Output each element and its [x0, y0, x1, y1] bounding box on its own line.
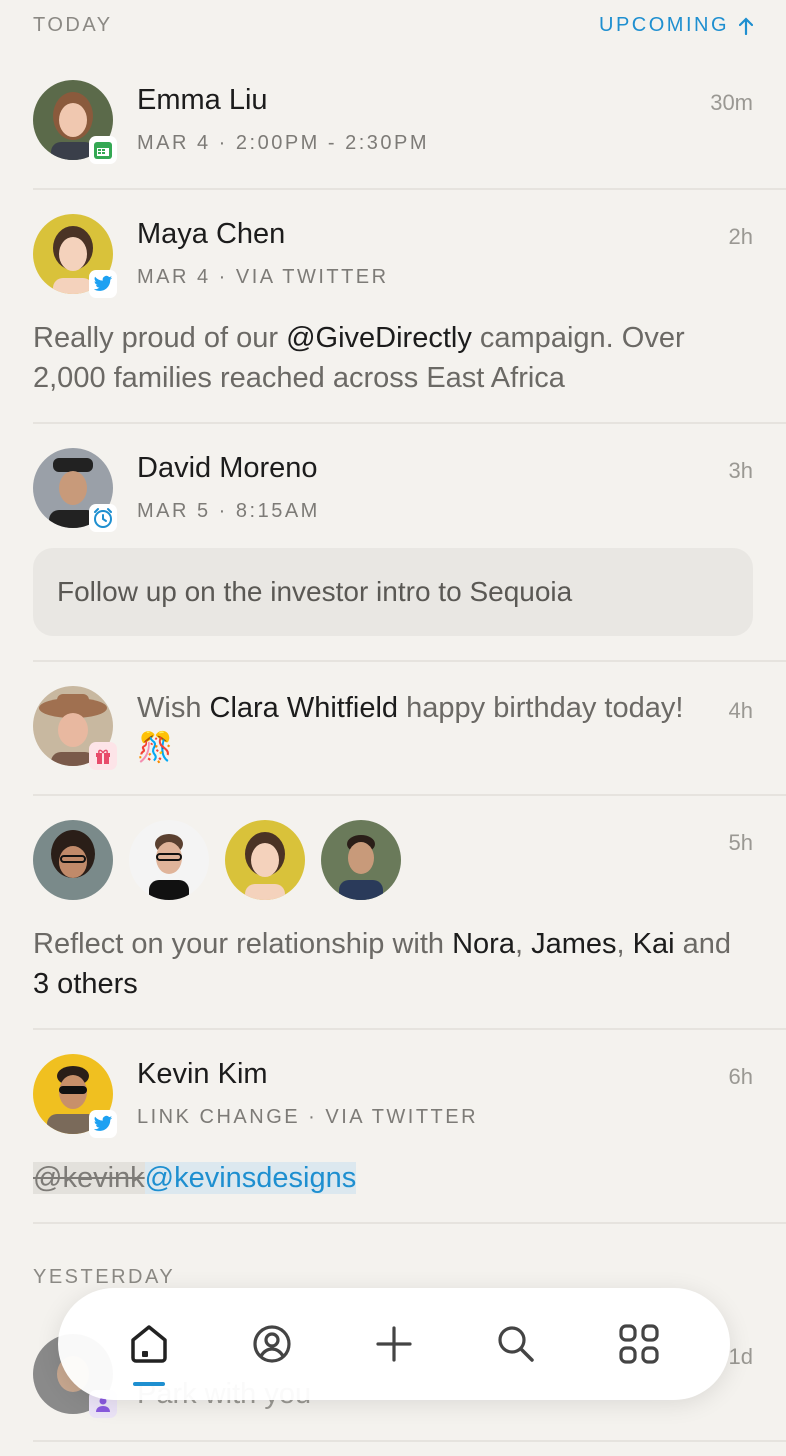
arrow-up-icon [739, 16, 753, 35]
upcoming-label: UPCOMING [599, 14, 729, 36]
contact-name: Emma Liu [137, 84, 268, 116]
handle-change: @kevink@kevinsdesigns [33, 1158, 357, 1198]
contact-name-nora[interactable]: Nora [452, 928, 515, 960]
feed-item-clara[interactable]: Wish Clara Whitfield happy birthday toda… [33, 686, 753, 776]
contact-name: Maya Chen [137, 218, 286, 250]
birthday-text: Wish Clara Whitfield happy birthday toda… [137, 688, 697, 768]
home-icon [131, 1325, 167, 1363]
upcoming-button[interactable]: UPCOMING [599, 14, 753, 37]
divider [33, 422, 786, 424]
separator: , [514, 928, 532, 960]
add-icon [376, 1326, 412, 1362]
others-link[interactable]: 3 others [33, 968, 138, 1000]
twitter-icon [89, 1110, 117, 1138]
post-meta: MAR 4 · VIA TWITTER [137, 266, 389, 288]
birthday-text-pre: Wish [137, 692, 210, 724]
divider [33, 1222, 786, 1224]
timestamp: 6h [728, 1064, 753, 1089]
timestamp: 1d [728, 1344, 753, 1369]
contact-name: Kevin Kim [137, 1058, 268, 1090]
profile-icon [252, 1325, 291, 1363]
today-header: TODAY UPCOMING [33, 14, 753, 37]
twitter-icon [89, 270, 117, 298]
search-icon [498, 1326, 535, 1362]
reminder-meta: MAR 5 · 8:15AM [137, 500, 320, 522]
tab-bar [58, 1288, 730, 1400]
reminder-note[interactable]: Follow up on the investor intro to Sequo… [33, 548, 753, 636]
new-handle-link[interactable]: @kevinsdesigns [144, 1162, 357, 1194]
tab-search[interactable] [484, 1312, 548, 1376]
contact-name-kai[interactable]: Kai [633, 928, 675, 960]
divider [33, 1440, 786, 1442]
timestamp: 4h [728, 698, 753, 723]
mention-link[interactable]: @GiveDirectly [286, 322, 472, 354]
tab-home[interactable] [117, 1312, 181, 1386]
grid-icon [619, 1324, 659, 1364]
contact-name-james[interactable]: James [531, 928, 616, 960]
timestamp: 30m [710, 90, 753, 115]
timestamp: 2h [728, 224, 753, 249]
divider [33, 188, 786, 190]
reflect-text-pre: Reflect on your relationship with [33, 928, 453, 960]
avatar-james[interactable] [129, 820, 209, 900]
yesterday-label: YESTERDAY [33, 1266, 176, 1288]
calendar-icon [89, 136, 117, 164]
tweet-text: Really proud of our @GiveDirectly campai… [33, 318, 753, 398]
tab-profile[interactable] [240, 1312, 304, 1376]
yesterday-header: YESTERDAY [33, 1266, 753, 1289]
feed-item-maya[interactable]: Maya Chen MAR 4 · VIA TWITTER 2h Really … [33, 214, 753, 404]
contact-name[interactable]: Clara Whitfield [210, 692, 399, 724]
tab-apps[interactable] [607, 1312, 671, 1376]
timestamp: 5h [728, 830, 753, 855]
event-meta: MAR 4 · 2:00PM - 2:30PM [137, 132, 430, 154]
tweet-text-pre: Really proud of our [33, 322, 287, 354]
confetti-emoji: 🎊 [137, 732, 174, 764]
contact-name: David Moreno [137, 452, 318, 484]
gift-icon [89, 742, 117, 770]
today-label: TODAY [33, 14, 113, 36]
reflect-text: Reflect on your relationship with Nora, … [33, 924, 753, 1004]
old-handle: @kevink [33, 1162, 145, 1194]
divider [33, 1028, 786, 1030]
feed-item-kevin[interactable]: Kevin Kim LINK CHANGE · VIA TWITTER 6h @… [33, 1054, 753, 1204]
divider [33, 794, 786, 796]
tab-add[interactable] [362, 1312, 426, 1376]
feed-item-reflect[interactable]: 5h Reflect on your relationship with Nor… [33, 820, 753, 1010]
feed-item-david[interactable]: David Moreno MAR 5 · 8:15AM 3h Follow up… [33, 448, 753, 638]
avatar-kai[interactable] [225, 820, 305, 900]
timestamp: 3h [728, 458, 753, 483]
avatar-other[interactable] [321, 820, 401, 900]
birthday-text-post: happy birthday today! [398, 692, 684, 724]
alarm-icon [89, 504, 117, 532]
divider [33, 660, 786, 662]
avatar-nora[interactable] [33, 820, 113, 900]
feed-item-emma[interactable]: Emma Liu MAR 4 · 2:00PM - 2:30PM 30m [33, 80, 753, 180]
separator: , [616, 928, 633, 960]
reflect-text-mid: and [674, 928, 732, 960]
active-tab-indicator [133, 1382, 166, 1386]
link-change-meta: LINK CHANGE · VIA TWITTER [137, 1106, 479, 1128]
